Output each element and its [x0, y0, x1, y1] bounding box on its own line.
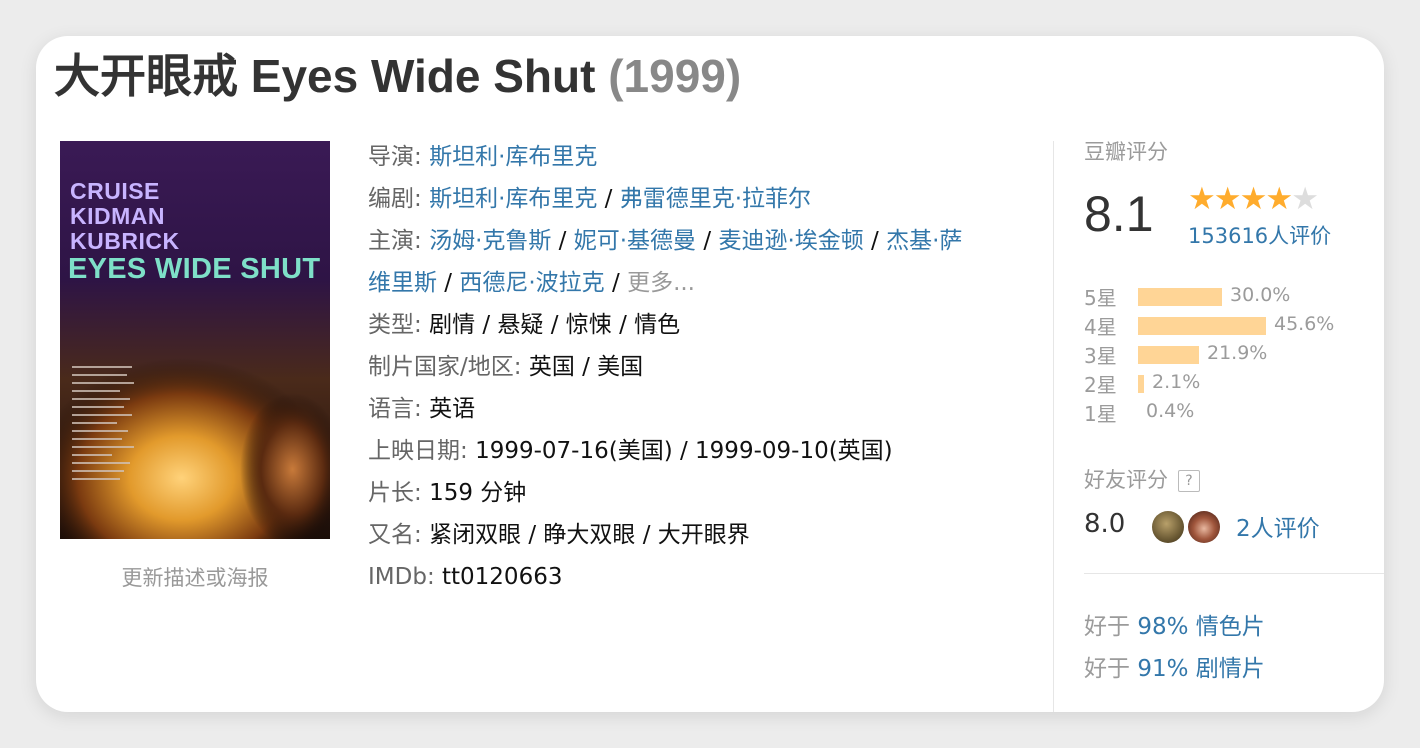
director-link[interactable]: 斯坦利·库布里克 — [429, 144, 597, 170]
star-icon: ★ — [1291, 181, 1319, 217]
better-than-link[interactable]: 98% 情色片 — [1137, 614, 1264, 640]
movie-card: 大开眼戒 Eyes Wide Shut (1999) CRUISE KIDMAN… — [36, 36, 1384, 712]
cast-link[interactable]: 妮可·基德曼 — [574, 228, 696, 254]
rating-bar — [1138, 288, 1222, 306]
rating-bar-percent: 2.1% — [1152, 371, 1201, 393]
writer-link[interactable]: 弗雷德里克·拉菲尔 — [620, 186, 811, 212]
cast-link[interactable]: 维里斯 — [368, 270, 437, 296]
aka-row: 又名: 紧闭双眼 / 睁大双眼 / 大开眼界 — [368, 522, 750, 548]
cast-link[interactable]: 汤姆·克鲁斯 — [429, 228, 551, 254]
poster-name-kidman: KIDMAN — [70, 203, 165, 229]
avatar[interactable] — [1188, 511, 1220, 543]
cast-row: 主演: 汤姆·克鲁斯 / 妮可·基德曼 / 麦迪逊·埃金顿 / 杰基·萨 — [368, 228, 963, 254]
friend-rating-label: 好友评分? — [1084, 464, 1200, 494]
aka-label: 又名 — [368, 522, 414, 548]
friend-votes-link[interactable]: 2人评价 — [1236, 509, 1320, 543]
star-icon: ★ — [1239, 181, 1268, 217]
rating-bar — [1138, 317, 1266, 335]
cast-label: 主演 — [368, 228, 414, 254]
rating-label: 豆瓣评分 — [1084, 140, 1168, 164]
title-main: 大开眼戒 Eyes Wide Shut — [54, 50, 596, 102]
release-value: 1999-07-16(美国) / 1999-09-10(英国) — [475, 438, 893, 464]
rating-bar-row: 1星 0.4% — [1084, 398, 1384, 427]
better-than-prefix: 好于 — [1084, 614, 1130, 640]
writer-label: 编剧 — [368, 186, 414, 212]
director-label: 导演 — [368, 144, 414, 170]
genre-label: 类型 — [368, 312, 414, 338]
rating-bar-percent: 0.4% — [1146, 400, 1195, 422]
cast-more-link[interactable]: 更多... — [627, 270, 695, 296]
rating-distribution: 5星 30.0% 4星 45.6% 3星 21.9% 2星 2.1% 1星 0.4% — [1084, 282, 1384, 427]
better-than-row: 好于 91% 剧情片 — [1084, 648, 1265, 690]
movie-info: 导演: 斯坦利·库布里克 编剧: 斯坦利·库布里克 / 弗雷德里克·拉菲尔 主演… — [368, 136, 1028, 598]
poster-credits-block — [72, 366, 142, 486]
friend-score: 8.0 — [1084, 509, 1126, 539]
release-row: 上映日期: 1999-07-16(美国) / 1999-09-10(英国) — [368, 438, 893, 464]
rating-bar — [1138, 375, 1144, 393]
rating-bar-percent: 30.0% — [1230, 284, 1291, 306]
country-row: 制片国家/地区: 英国 / 美国 — [368, 354, 644, 380]
genre-row: 类型: 剧情 / 悬疑 / 惊悚 / 情色 — [368, 312, 681, 338]
page-title: 大开眼戒 Eyes Wide Shut (1999) — [54, 46, 741, 106]
release-label: 上映日期 — [368, 438, 460, 464]
imdb-row: IMDb: tt0120663 — [368, 564, 563, 590]
rating-bar-label: 2星 — [1084, 373, 1117, 397]
language-label: 语言 — [368, 396, 414, 422]
rating-bar-percent: 45.6% — [1274, 313, 1335, 335]
rating-bar-row: 4星 45.6% — [1084, 311, 1384, 340]
poster-name-cruise: CRUISE — [70, 178, 160, 204]
votes-link[interactable]: 153616人评价 — [1188, 220, 1331, 250]
cast-link[interactable]: 西德尼·波拉克 — [459, 270, 604, 296]
vertical-divider — [1053, 141, 1054, 712]
cast-row-continued: 维里斯 / 西德尼·波拉克 / 更多... — [368, 270, 695, 296]
cast-link[interactable]: 麦迪逊·埃金顿 — [718, 228, 863, 254]
imdb-value: tt0120663 — [442, 564, 563, 590]
runtime-row: 片长: 159 分钟 — [368, 480, 527, 506]
language-value: 英语 — [429, 396, 476, 422]
imdb-label: IMDb — [368, 564, 427, 590]
star-icon: ★ — [1213, 181, 1242, 217]
star-icon: ★ — [1265, 181, 1294, 217]
rating-bar-percent: 21.9% — [1207, 342, 1268, 364]
language-row: 语言: 英语 — [368, 396, 476, 422]
rating-bar-label: 3星 — [1084, 344, 1117, 368]
country-label: 制片国家/地区 — [368, 354, 514, 380]
writer-row: 编剧: 斯坦利·库布里克 / 弗雷德里克·拉菲尔 — [368, 186, 812, 212]
rating-bar-label: 1星 — [1084, 402, 1117, 426]
cast-link[interactable]: 杰基·萨 — [886, 228, 962, 254]
director-row: 导演: 斯坦利·库布里克 — [368, 144, 598, 170]
aka-value: 紧闭双眼 / 睁大双眼 / 大开眼界 — [429, 522, 750, 548]
runtime-value: 159 分钟 — [429, 480, 527, 506]
title-year: (1999) — [608, 50, 742, 102]
help-icon[interactable]: ? — [1178, 470, 1200, 492]
rating-score: 8.1 — [1084, 186, 1154, 242]
better-than-row: 好于 98% 情色片 — [1084, 606, 1265, 648]
rating-bar-label: 5星 — [1084, 286, 1117, 310]
runtime-label: 片长 — [368, 480, 414, 506]
horizontal-divider — [1084, 573, 1384, 574]
country-value: 英国 / 美国 — [528, 354, 644, 380]
rating-bar-row: 2星 2.1% — [1084, 369, 1384, 398]
rating-bar-label: 4星 — [1084, 315, 1117, 339]
writer-link[interactable]: 斯坦利·库布里克 — [429, 186, 597, 212]
better-than-prefix: 好于 — [1084, 656, 1130, 682]
friend-rating-label-text: 好友评分 — [1084, 468, 1168, 492]
poster-name-kubrick: KUBRICK — [70, 228, 180, 254]
rating-bar — [1138, 346, 1199, 364]
better-than: 好于 98% 情色片 好于 91% 剧情片 — [1084, 606, 1265, 690]
better-than-link[interactable]: 91% 剧情片 — [1137, 656, 1264, 682]
rating-stars: ★★★★★ — [1188, 181, 1319, 217]
poster-names: CRUISE KIDMAN KUBRICK — [70, 179, 180, 254]
poster-title: EYES WIDE SHUT — [68, 253, 321, 285]
update-poster-link[interactable]: 更新描述或海报 — [60, 562, 330, 592]
star-icon: ★ — [1188, 181, 1216, 217]
poster-image[interactable]: CRUISE KIDMAN KUBRICK EYES WIDE SHUT — [60, 141, 330, 539]
avatar[interactable] — [1152, 511, 1184, 543]
rating-bar-row: 3星 21.9% — [1084, 340, 1384, 369]
genre-value: 剧情 / 悬疑 / 惊悚 / 情色 — [429, 312, 681, 338]
rating-bar-row: 5星 30.0% — [1084, 282, 1384, 311]
